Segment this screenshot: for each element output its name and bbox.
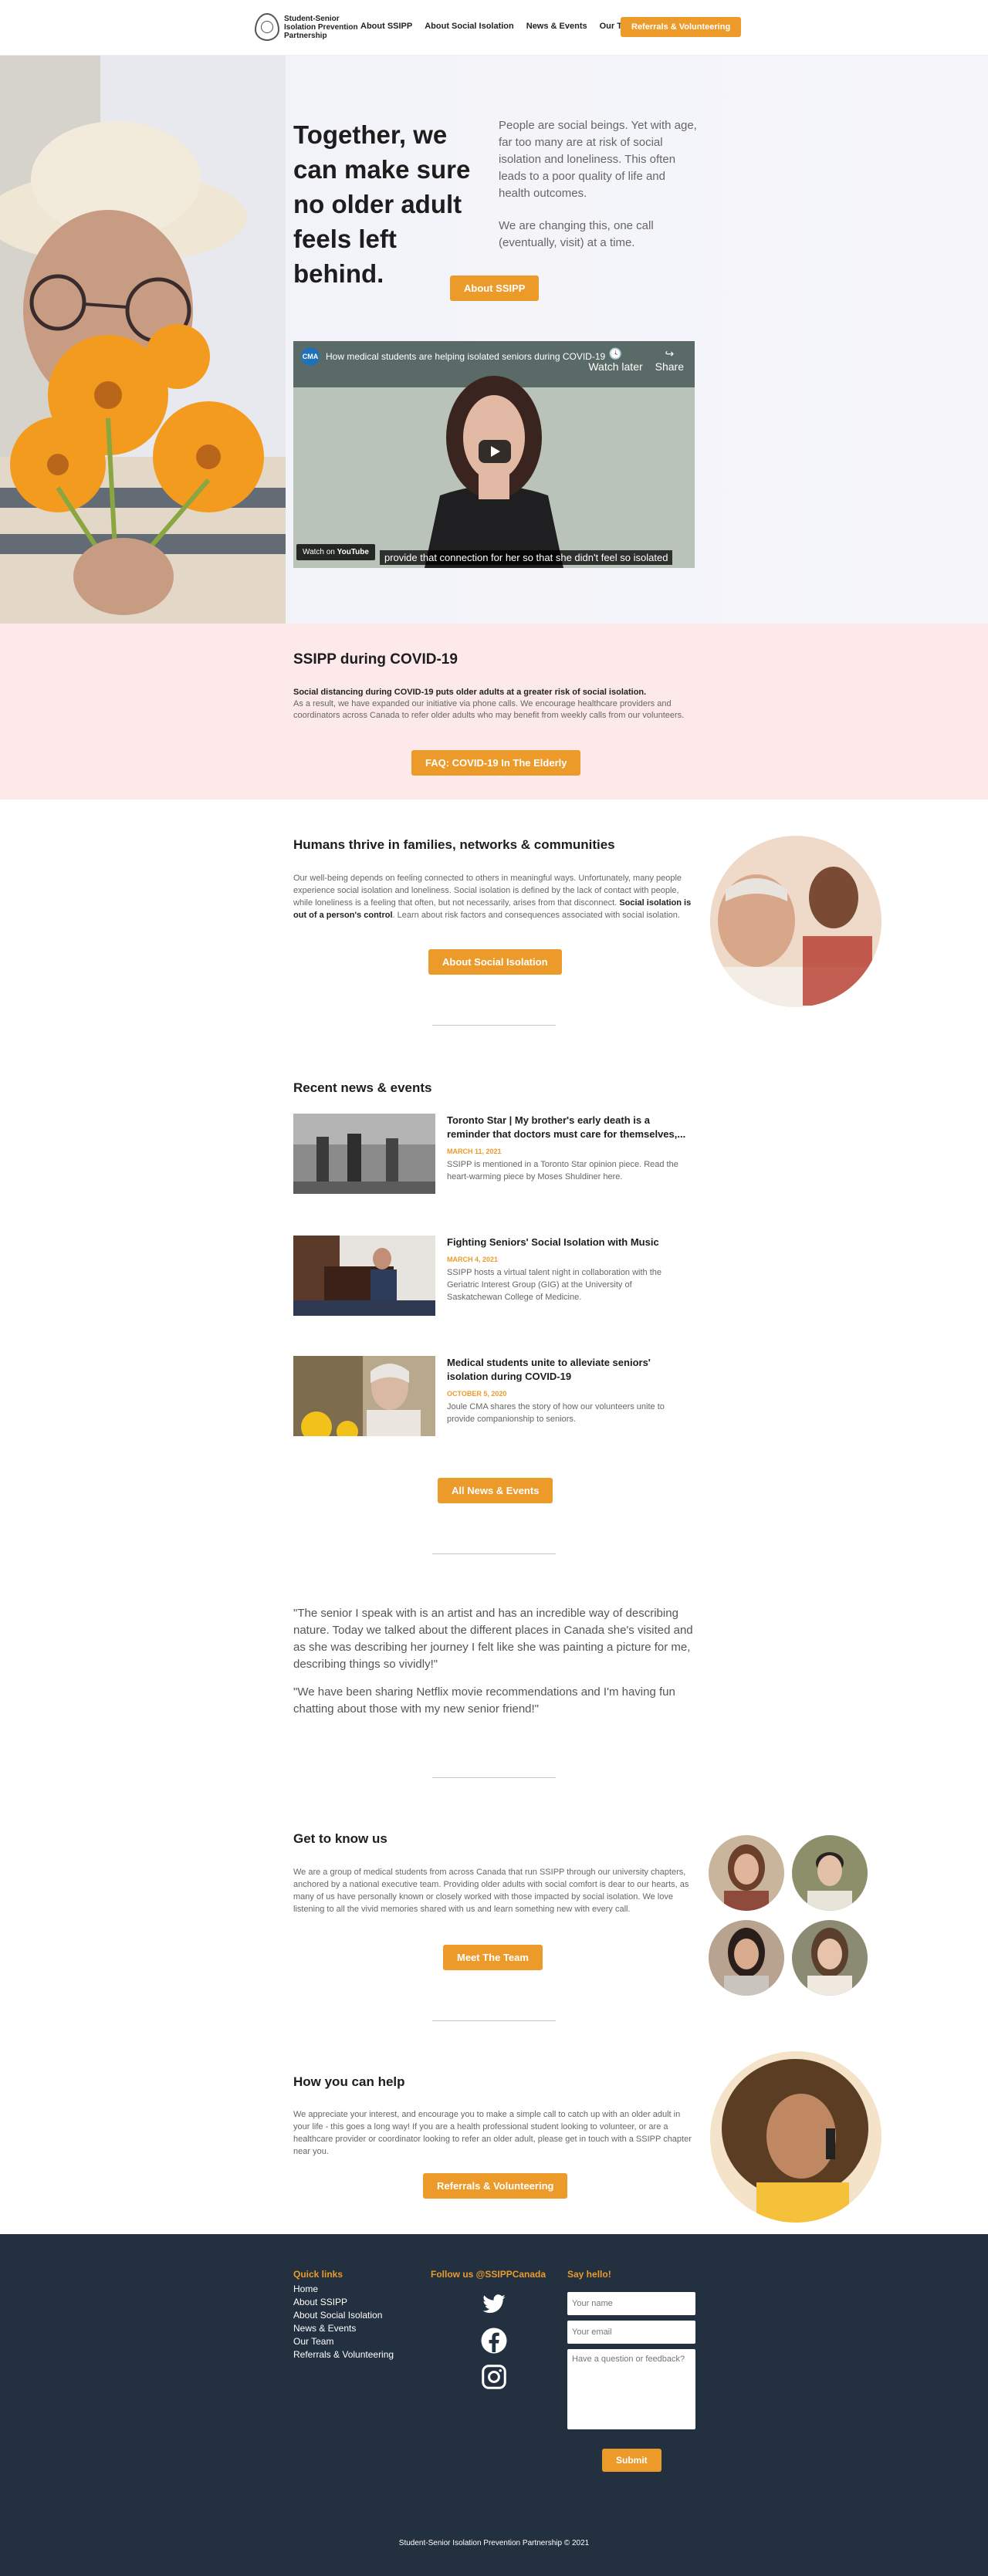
logo-icon xyxy=(255,13,279,41)
news-title-link[interactable]: Toronto Star | My brother's early death … xyxy=(447,1114,694,1141)
instagram-icon[interactable] xyxy=(480,2363,508,2391)
news-item[interactable]: Fighting Seniors' Social Isolation with … xyxy=(293,1236,695,1316)
news-description: Joule CMA shares the story of how our vo… xyxy=(447,1402,665,1424)
news-date: MARCH 4, 2021 xyxy=(447,1256,499,1263)
clock-icon: 🕓 xyxy=(608,347,623,360)
email-field[interactable] xyxy=(567,2321,695,2344)
how-you-can-help-body: We appreciate your interest, and encoura… xyxy=(293,2110,692,2156)
news-item[interactable]: Medical students unite to alleviate seni… xyxy=(293,1356,695,1436)
video-caption: provide that connection for her so that … xyxy=(380,550,673,565)
all-news-events-button[interactable]: All News & Events xyxy=(438,1478,553,1503)
copyright: Student-Senior Isolation Prevention Part… xyxy=(398,2539,590,2547)
hero-intro: People are social beings. Yet with age, … xyxy=(499,117,699,252)
about-ssipp-button[interactable]: About SSIPP xyxy=(450,276,540,301)
nav-link-about-ssipp[interactable]: About SSIPP xyxy=(360,22,412,31)
hero-paragraph-2: We are changing this, one call (eventual… xyxy=(499,219,654,249)
faq-covid-button[interactable]: FAQ: COVID-19 In The Elderly xyxy=(411,750,581,776)
covid-title: SSIPP during COVID-19 xyxy=(293,651,458,668)
nav-link-news-events[interactable]: News & Events xyxy=(526,22,587,31)
covid-text: As a result, we have expanded our initia… xyxy=(293,699,685,720)
nav-link-about-social-isolation[interactable]: About Social Isolation xyxy=(425,22,514,31)
news-title: Recent news & events xyxy=(293,1080,432,1095)
team-member-avatar xyxy=(792,1835,868,1911)
hero-title: Together, we can make sure no older adul… xyxy=(293,120,471,288)
contact-form: Say hello! xyxy=(567,2269,695,2429)
humans-thrive-title: Humans thrive in families, networks & co… xyxy=(293,837,615,852)
watch-later-button[interactable]: 🕓 Watch later xyxy=(588,347,642,373)
share-button[interactable]: ↪ Share xyxy=(655,347,684,373)
referrals-volunteering-button[interactable]: Referrals & Volunteering xyxy=(423,2173,568,2199)
news-date: OCTOBER 5, 2020 xyxy=(447,1390,507,1398)
quick-links-title: Quick links xyxy=(293,2269,343,2280)
site-logo[interactable]: Student-Senior Isolation Prevention Part… xyxy=(255,13,369,41)
news-description: SSIPP hosts a virtual talent night in co… xyxy=(447,1268,662,1302)
humans-thrive-body: Our well-being depends on feeling connec… xyxy=(293,874,692,920)
news-thumbnail[interactable] xyxy=(293,1114,435,1194)
covid-section: SSIPP during COVID-19 Social distancing … xyxy=(0,624,988,800)
testimonial-quote-2: "We have been sharing Netflix movie reco… xyxy=(293,1685,675,1716)
footer-link-about-ssipp[interactable]: About SSIPP xyxy=(293,2296,394,2309)
testimonial-quote-1: "The senior I speak with is an artist an… xyxy=(293,1607,693,1671)
news-title-link[interactable]: Fighting Seniors' Social Isolation with … xyxy=(447,1236,694,1249)
quick-links: Quick links Home About SSIPP About Socia… xyxy=(293,2269,394,2361)
section-divider xyxy=(432,1553,556,1554)
helper-photo xyxy=(710,2051,881,2223)
play-icon[interactable] xyxy=(479,440,511,463)
get-to-know-us-title: Get to know us xyxy=(293,1831,387,1846)
nav-links: About SSIPP About Social Isolation News … xyxy=(360,22,638,31)
question-field[interactable] xyxy=(567,2349,695,2429)
news-thumbnail[interactable] xyxy=(293,1236,435,1316)
name-field[interactable] xyxy=(567,2292,695,2315)
footer-link-home[interactable]: Home xyxy=(293,2283,394,2296)
team-member-avatar xyxy=(792,1920,868,1996)
how-you-can-help-title: How you can help xyxy=(293,2074,405,2089)
watch-on-youtube-button[interactable]: Watch on YouTube xyxy=(296,544,375,560)
share-icon: ↪ xyxy=(665,347,675,360)
news-date: MARCH 11, 2021 xyxy=(447,1148,502,1155)
youtube-logo: YouTube xyxy=(337,548,369,556)
follow-us-title: Follow us @SSIPPCanada xyxy=(431,2269,546,2280)
facebook-icon[interactable] xyxy=(480,2327,508,2355)
hero-image xyxy=(0,56,286,624)
news-title-link[interactable]: Medical students unite to alleviate seni… xyxy=(447,1356,694,1384)
news-description: SSIPP is mentioned in a Toronto Star opi… xyxy=(447,1160,678,1182)
get-to-know-us-body: We are a group of medical students from … xyxy=(293,1868,689,1914)
footer-link-our-team[interactable]: Our Team xyxy=(293,2335,394,2348)
footer: Quick links Home About SSIPP About Socia… xyxy=(0,2234,988,2576)
say-hello-title: Say hello! xyxy=(567,2269,611,2280)
submit-button[interactable]: Submit xyxy=(602,2449,661,2472)
video-title[interactable]: How medical students are helping isolate… xyxy=(326,351,605,362)
team-member-avatar xyxy=(709,1920,784,1996)
team-member-avatar xyxy=(709,1835,784,1911)
footer-link-referrals-volunteering[interactable]: Referrals & Volunteering xyxy=(293,2348,394,2361)
testimonials: "The senior I speak with is an artist an… xyxy=(293,1605,695,1718)
news-thumbnail[interactable] xyxy=(293,1356,435,1436)
footer-link-news-events[interactable]: News & Events xyxy=(293,2322,394,2335)
covid-body: Social distancing during COVID-19 puts o… xyxy=(293,687,695,722)
hero-section: Together, we can make sure no older adul… xyxy=(0,56,988,624)
family-photo xyxy=(710,836,881,1007)
covid-bold-text: Social distancing during COVID-19 puts o… xyxy=(293,688,647,697)
section-divider xyxy=(432,1025,556,1026)
top-nav: Student-Senior Isolation Prevention Part… xyxy=(0,0,988,56)
twitter-icon[interactable] xyxy=(480,2292,508,2320)
follow-us: Follow us @SSIPPCanada xyxy=(431,2269,546,2280)
video-title-bar: CMA How medical students are helping iso… xyxy=(301,347,625,366)
section-divider xyxy=(432,2020,556,2021)
section-divider xyxy=(432,1777,556,1778)
meet-the-team-button[interactable]: Meet The Team xyxy=(443,1945,543,1970)
news-item[interactable]: Toronto Star | My brother's early death … xyxy=(293,1114,695,1194)
video-embed[interactable]: CMA How medical students are helping iso… xyxy=(293,341,695,568)
footer-link-about-social-isolation[interactable]: About Social Isolation xyxy=(293,2309,394,2322)
channel-avatar[interactable]: CMA xyxy=(301,347,320,366)
nav-referrals-button[interactable]: Referrals & Volunteering xyxy=(621,17,742,37)
hero-paragraph-1: People are social beings. Yet with age, … xyxy=(499,119,697,200)
logo-text: Student-Senior Isolation Prevention Part… xyxy=(284,14,358,40)
about-social-isolation-button[interactable]: About Social Isolation xyxy=(428,949,562,975)
video-controls: 🕓 Watch later ↪ Share xyxy=(588,347,684,373)
